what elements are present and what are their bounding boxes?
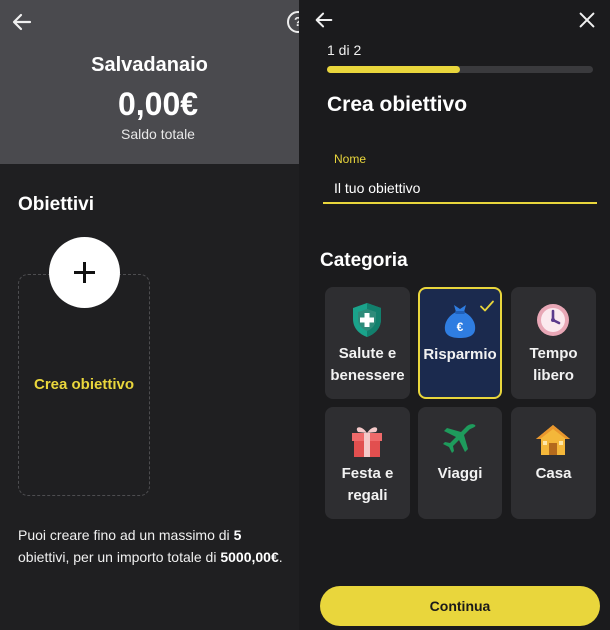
goals-section-title: Obiettivi (18, 194, 95, 215)
continue-button[interactable]: Continua (320, 586, 600, 626)
category-title: Categoria (320, 250, 408, 271)
progress-fill (327, 66, 460, 73)
goals-limit-info: Puoi creare fino ad un massimo di 5 obie… (18, 527, 283, 565)
money-bag-icon: € (444, 305, 476, 338)
category-health[interactable]: Salute e benessere (325, 287, 410, 399)
category-leisure[interactable]: Tempo libero (511, 287, 596, 399)
close-icon[interactable] (576, 9, 598, 31)
gift-icon (352, 427, 382, 457)
category-label: Viaggi (437, 465, 483, 482)
back-arrow-icon[interactable] (10, 10, 34, 34)
add-goal-button[interactable] (49, 237, 120, 308)
balance-label: Saldo totale (121, 126, 195, 142)
category-label: Salute e benessere (330, 345, 405, 384)
house-icon (536, 425, 570, 455)
category-label: Casa (535, 465, 572, 482)
page-title: Crea obiettivo (327, 93, 468, 116)
svg-text:€: € (457, 320, 464, 334)
airplane-icon (443, 424, 476, 453)
balance-amount: 0,00€ (117, 86, 199, 122)
savings-screen: ? Salvadanaio 0,00€ Saldo totale Obietti… (0, 0, 309, 630)
category-label: Risparmio (423, 346, 497, 363)
max-goals-amount: 5000,00€ (220, 549, 279, 565)
create-goal-screen: 1 di 2 Crea obiettivo Nome Categoria Sal… (299, 0, 610, 630)
goal-name-input[interactable] (323, 173, 597, 204)
checkmark-icon (480, 300, 494, 312)
category-label: Tempo libero (529, 345, 578, 384)
category-savings[interactable]: € Risparmio (418, 287, 502, 399)
step-indicator: 1 di 2 (327, 42, 362, 58)
category-travel[interactable]: Viaggi (418, 407, 502, 519)
create-goal-label[interactable]: Crea obiettivo (18, 376, 150, 393)
back-arrow-icon[interactable] (313, 9, 335, 31)
clock-icon (537, 304, 569, 336)
page-title: Salvadanaio (91, 54, 208, 76)
category-home[interactable]: Casa (511, 407, 596, 519)
category-party-gifts[interactable]: Festa e regali (325, 407, 410, 519)
max-goals-count: 5 (233, 527, 242, 543)
health-shield-icon (353, 303, 381, 337)
progress-bar (327, 66, 593, 73)
category-label: Festa e regali (341, 465, 394, 504)
name-field-label: Nome (334, 152, 367, 166)
